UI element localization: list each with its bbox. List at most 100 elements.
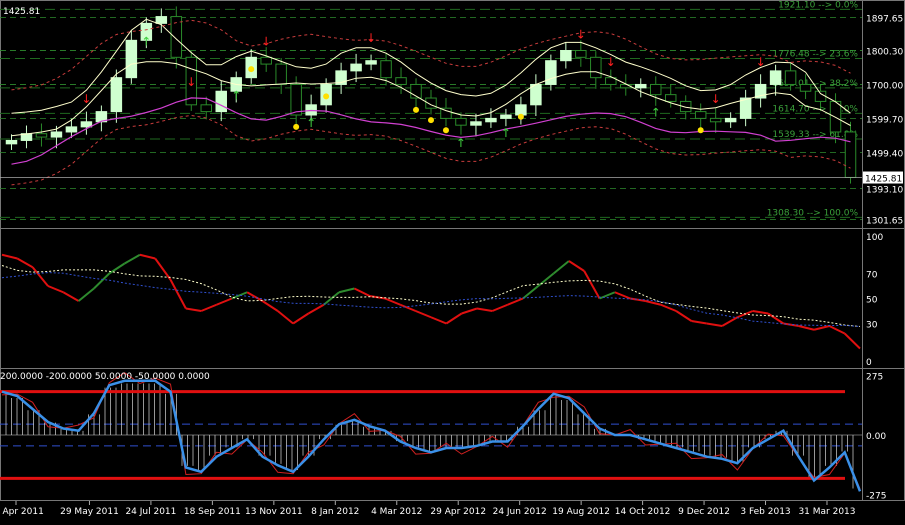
rsi-line-segment (583, 270, 601, 299)
rsi-line-segment (721, 316, 738, 327)
price-axis-label: 1301.65 (866, 217, 903, 227)
current-price-tag: 1425.81 (865, 175, 902, 185)
rsi-line-segment (185, 307, 202, 312)
date-axis-label: 4 Mar 2012 (371, 507, 422, 517)
candle-body (769, 70, 782, 85)
rsi-line-segment (169, 279, 187, 309)
price-axis-label: 1800.30 (866, 47, 903, 57)
signal-dot (293, 123, 300, 130)
candle-body (110, 77, 123, 113)
candle-body (275, 63, 287, 85)
candle-body (799, 83, 812, 92)
cci-main-line (1, 379, 862, 492)
fib-level-label: 1776.48 --> 23.6% (772, 49, 858, 59)
candle-body (709, 117, 722, 123)
rsi-line-segment (93, 272, 110, 290)
rsi-line-segment (277, 310, 294, 325)
signal-dot (442, 127, 449, 134)
candle-body (35, 133, 48, 138)
rsi-line-segment (537, 272, 555, 287)
buy-arrow-icon: ↑ (501, 126, 511, 140)
rsi-line-segment (108, 262, 126, 275)
sell-arrow-icon: ↓ (576, 28, 586, 42)
signal-dot (323, 93, 330, 100)
rsi-line-segment (706, 322, 723, 327)
price-axis-label: 1393.10 (866, 186, 903, 196)
cci-header-label: 200.0000 -200.0000 50.0000 -50.0000 0.00… (0, 372, 210, 382)
candle-body (635, 83, 647, 89)
rsi-line-segment (353, 287, 371, 297)
rsi-axis-label: 100 (866, 233, 883, 243)
candle-body (739, 97, 752, 119)
candle-body (829, 100, 842, 133)
rsi-line-segment (338, 287, 355, 294)
candle-body (485, 117, 497, 123)
candle-body (500, 114, 512, 119)
date-axis-label: 18 Sep 2011 (184, 507, 241, 517)
date-axis-label: 8 Jan 2012 (311, 507, 359, 517)
rsi-line-segment (461, 307, 478, 315)
rsi-line-segment (292, 312, 309, 325)
rsi-line-segment (660, 303, 677, 312)
date-axis-label: 19 Aug 2012 (552, 507, 610, 517)
candle-body (724, 117, 737, 123)
sell-arrow-icon: ↓ (81, 92, 91, 106)
price-axis-label: 1499.40 (866, 150, 903, 160)
rsi-line-segment (752, 310, 769, 315)
signal-dot (697, 127, 704, 134)
sell-arrow-icon: ↓ (261, 34, 271, 48)
sell-arrow-icon: ↓ (186, 75, 196, 89)
rsi-line-segment (843, 332, 861, 350)
rsi-line-segment (522, 285, 539, 300)
date-axis-label: 29 Apr 2012 (430, 507, 486, 517)
candle-body (560, 50, 572, 62)
rsi-line-segment (261, 300, 279, 312)
candle-body (470, 121, 482, 126)
candle-body (380, 60, 392, 79)
candle-body (215, 90, 227, 113)
buy-arrow-icon: ↑ (231, 89, 241, 103)
signal-dot (413, 106, 420, 113)
date-axis-label: 17 Apr 2011 (0, 507, 44, 517)
rsi-line-segment (307, 303, 325, 315)
rsi-slow-line (1, 272, 861, 327)
rsi-line-segment (216, 297, 233, 306)
rsi-axis-label: 0 (866, 358, 872, 368)
buy-arrow-icon: ↑ (141, 34, 151, 48)
cci-axis-label: 275 (866, 372, 883, 382)
rsi-line-segment (47, 285, 64, 294)
candle-body (440, 107, 452, 119)
rsi-line-segment (1, 253, 18, 260)
rsi-line-segment (828, 325, 846, 335)
rsi-line-segment (62, 291, 80, 302)
rsi-line-segment (798, 325, 815, 331)
candle-body (664, 94, 677, 102)
candle-body (575, 50, 587, 58)
rsi-line-segment (552, 260, 570, 275)
rsi-line-segment (384, 297, 401, 306)
rsi-line-segment (31, 266, 49, 287)
date-axis-label: 24 Jun 2012 (493, 507, 547, 517)
date-axis-label: 31 Mar 2013 (798, 507, 855, 517)
rsi-line-segment (491, 303, 508, 312)
cci-fast-line (1, 372, 861, 489)
rsi-line-segment (568, 260, 585, 272)
rsi-axis-label: 30 (866, 321, 878, 331)
rsi-line-segment (476, 307, 493, 312)
rsi-line-segment (767, 312, 784, 325)
rsi-axis-label: 50 (866, 296, 878, 306)
cci-axis-label: 0.00 (866, 432, 886, 442)
envelope-lower-line (11, 114, 851, 186)
rsi-line-segment (415, 310, 432, 319)
price-axis-label: 1897.65 (866, 14, 903, 24)
candle-body (694, 111, 707, 119)
cci-axis-label: -275 (866, 492, 886, 502)
fib-level-label: 1308.30 --> 100.0% (767, 208, 859, 218)
candle-body (200, 104, 213, 113)
signal-dot (428, 117, 434, 124)
symbol-price-readout: 1425.81 (3, 7, 40, 17)
date-axis-label: 3 Feb 2013 (740, 507, 790, 517)
candle-body (784, 70, 797, 85)
candle-body (155, 16, 168, 24)
price-axis-label: 1700.00 (866, 81, 903, 91)
